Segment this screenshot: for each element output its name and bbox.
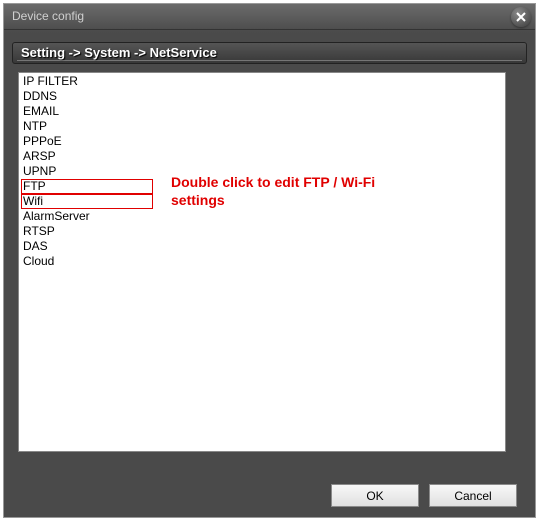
list-item[interactable]: DDNS [19,89,505,104]
list-item[interactable]: ARSP [19,149,505,164]
ok-button[interactable]: OK [331,484,419,507]
breadcrumb-text: Setting -> System -> NetService [21,45,217,60]
list-item[interactable]: PPPoE [19,134,505,149]
window-title: Device config [12,9,84,23]
list-item[interactable]: NTP [19,119,505,134]
netservice-listbox[interactable]: IP FILTER DDNS EMAIL NTP PPPoE ARSP UPNP… [18,72,506,452]
list-item[interactable]: IP FILTER [19,74,505,89]
close-icon [516,12,526,22]
content-area: IP FILTER DDNS EMAIL NTP PPPoE ARSP UPNP… [14,72,525,458]
list-item[interactable]: EMAIL [19,104,505,119]
titlebar: Device config [4,4,535,30]
close-button[interactable] [511,7,531,27]
list-item[interactable]: Cloud [19,254,505,269]
breadcrumb: Setting -> System -> NetService [12,42,527,64]
annotation-text: Double click to edit FTP / Wi-Fi setting… [171,173,411,209]
list-item[interactable]: DAS [19,239,505,254]
list-item[interactable]: AlarmServer [19,209,505,224]
device-config-window: Device config Setting -> System -> NetSe… [3,3,536,518]
list-item[interactable]: RTSP [19,224,505,239]
button-row: OK Cancel [331,484,517,507]
cancel-button[interactable]: Cancel [429,484,517,507]
